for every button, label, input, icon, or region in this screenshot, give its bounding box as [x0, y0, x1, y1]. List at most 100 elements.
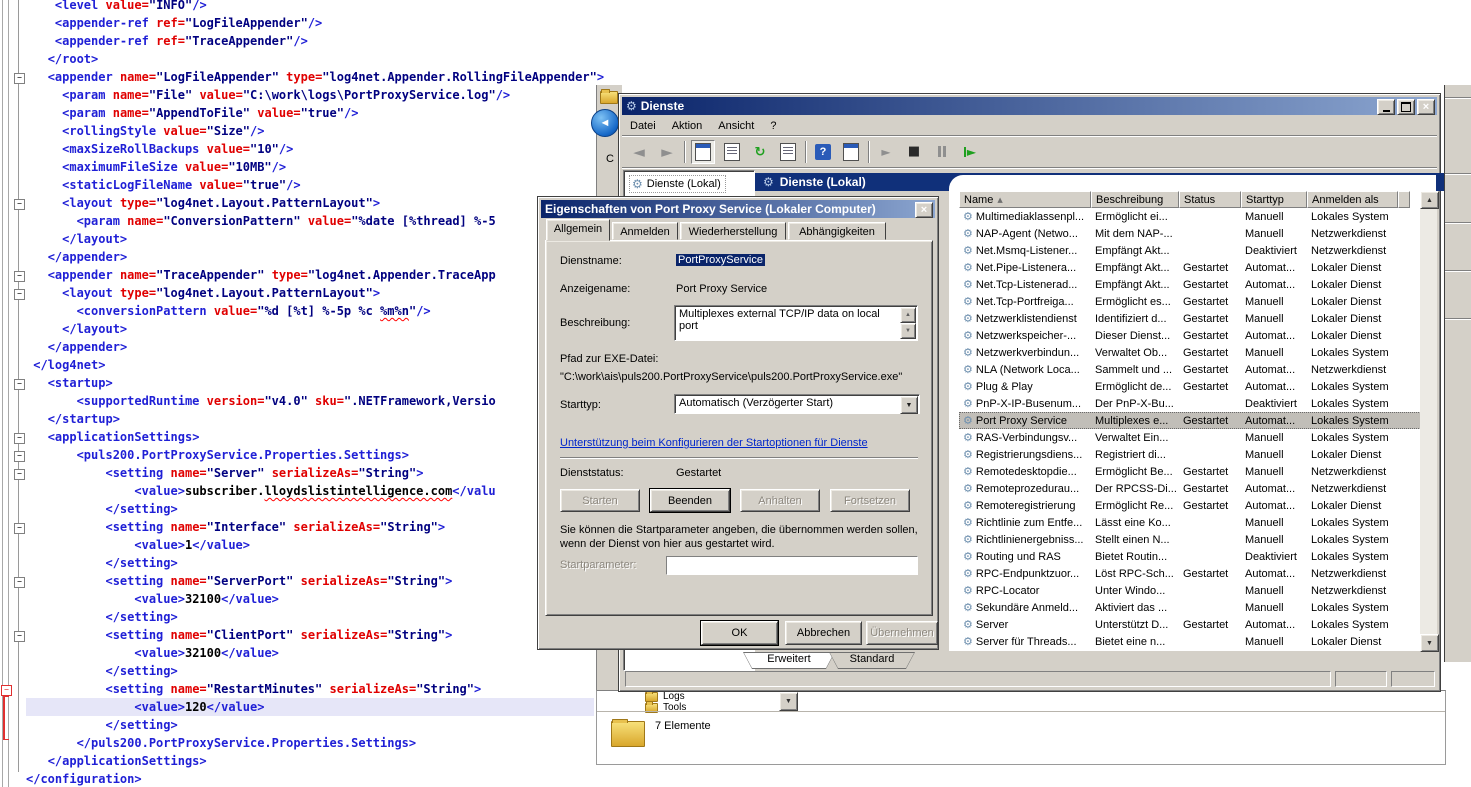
fortsetzen-button[interactable]: Fortsetzen — [830, 489, 910, 512]
service-gear-icon: ⚙ — [963, 618, 973, 631]
scroll-down-button[interactable]: ▼ — [1420, 634, 1439, 652]
fold-box[interactable]: − — [14, 469, 25, 480]
startoptionen-link[interactable]: Unterstützung beim Konfigurieren der Sta… — [560, 437, 868, 449]
column-header-status[interactable]: Status — [1179, 191, 1241, 208]
table-row[interactable]: ⚙Netzwerkverbindun...Verwaltet Ob...Gest… — [959, 344, 1427, 361]
table-row[interactable]: ⚙RPC-LocatorUnter Windo...ManuellNetzwer… — [959, 582, 1427, 599]
table-row[interactable]: ⚙Registrierungsdiens...Registriert di...… — [959, 446, 1427, 463]
desc-scroll-up-button[interactable]: ▲ — [900, 307, 916, 323]
tab-erweitert[interactable]: Erweitert — [743, 652, 835, 669]
fold-box[interactable]: − — [14, 73, 25, 84]
table-row[interactable]: ⚙Net.Msmq-Listener...Empfängt Akt...Deak… — [959, 242, 1427, 259]
menu-hilfe[interactable]: ? — [762, 118, 784, 134]
tab-wiederherstellung[interactable]: Wiederherstellung — [680, 222, 786, 240]
show-console-tree-button[interactable] — [691, 140, 715, 164]
tab-standard[interactable]: Standard — [829, 652, 915, 669]
dialog-close-button[interactable]: × — [915, 202, 933, 218]
startparameter-input[interactable] — [666, 556, 918, 575]
table-row[interactable]: ⚙Remoteprozedurau...Der RPCSS-Di...Gesta… — [959, 480, 1427, 497]
maximize-button[interactable] — [1397, 99, 1415, 115]
starten-button[interactable]: Starten — [560, 489, 640, 512]
table-row[interactable]: ⚙RemoteregistrierungErmöglicht Re...Gest… — [959, 497, 1427, 514]
tab-allgemein[interactable]: Allgemein — [546, 219, 610, 241]
services-titlebar[interactable]: ⚙ Dienste × — [622, 97, 1437, 115]
anhalten-button[interactable]: Anhalten — [740, 489, 820, 512]
table-row[interactable]: ⚙Plug & PlayErmöglicht de...GestartetAut… — [959, 378, 1427, 395]
abbrechen-button[interactable]: Abbrechen — [785, 621, 862, 645]
export-list-button[interactable] — [777, 141, 799, 163]
show-window-button[interactable] — [840, 141, 862, 163]
table-row[interactable]: ⚙Net.Tcp-Listenerad...Empfängt Akt...Ges… — [959, 276, 1427, 293]
table-row[interactable]: ⚙Net.Pipe-Listenera...Empfängt Akt...Ges… — [959, 259, 1427, 276]
table-row[interactable]: ⚙NAP-Agent (Netwo...Mit dem NAP-...Manue… — [959, 225, 1427, 242]
back-button[interactable]: ◄ — [628, 141, 650, 163]
fold-box[interactable]: − — [14, 451, 25, 462]
table-cell: Identifiziert d... — [1091, 313, 1179, 325]
beschreibung-textbox[interactable]: Multiplexes external TCP/IP data on loca… — [674, 305, 918, 341]
column-header-starttyp[interactable]: Starttyp — [1241, 191, 1307, 208]
code-area[interactable]: <level value="INFO"/> <appender-ref ref=… — [26, 0, 604, 787]
desc-scroll-down-button[interactable]: ▼ — [900, 323, 916, 339]
table-scrollbar[interactable]: ▲ ▼ — [1420, 191, 1437, 650]
beenden-button[interactable]: Beenden — [650, 489, 730, 512]
dialog-titlebar[interactable]: Eigenschaften von Port Proxy Service (Lo… — [541, 200, 935, 218]
folder-row[interactable]: Logs — [645, 691, 685, 702]
uebernehmen-button[interactable]: Übernehmen — [866, 621, 938, 645]
table-row[interactable]: ⚙ServerUnterstützt D...GestartetAutomat.… — [959, 616, 1427, 633]
table-row[interactable]: ⚙Remotedesktopdie...Ermöglicht Be...Gest… — [959, 463, 1427, 480]
menu-ansicht[interactable]: Ansicht — [710, 118, 762, 134]
forward-button[interactable]: ► — [656, 141, 678, 163]
table-row[interactable]: ⚙Netzwerkspeicher-...Dieser Dienst...Ges… — [959, 327, 1427, 344]
column-header-anmelden[interactable]: Anmelden als — [1307, 191, 1398, 208]
fold-box[interactable]: − — [14, 199, 25, 210]
table-row[interactable]: ⚙Port Proxy ServiceMultiplexes e...Gesta… — [959, 412, 1427, 429]
column-header-beschreibung[interactable]: Beschreibung — [1091, 191, 1179, 208]
menu-datei[interactable]: Datei — [622, 118, 664, 134]
fold-box[interactable]: − — [14, 433, 25, 444]
tree-item-dienste-lokal[interactable]: ⚙ Dienste (Lokal) — [629, 175, 726, 193]
table-row[interactable]: ⚙Richtlinie zum Entfe...Lässt eine Ko...… — [959, 514, 1427, 531]
minimize-button[interactable] — [1377, 99, 1395, 115]
fold-box[interactable]: − — [14, 379, 25, 390]
table-row[interactable]: ⚙NLA (Network Loca...Sammelt und ...Gest… — [959, 361, 1427, 378]
close-button[interactable]: × — [1417, 99, 1435, 115]
service-name-cell: ⚙Multimediaklassenpl... — [959, 210, 1091, 223]
table-row[interactable]: ⚙NetzwerklistendienstIdentifiziert d...G… — [959, 310, 1427, 327]
help-button[interactable]: ? — [812, 141, 834, 163]
tab-abhaengigkeiten[interactable]: Abhängigkeiten — [788, 222, 886, 240]
changed-fold-box[interactable]: − — [1, 685, 12, 696]
column-header-name[interactable]: Name ▲ — [959, 191, 1091, 208]
divider — [597, 711, 1445, 712]
table-row[interactable]: ⚙Net.Tcp-Portfreiga...Ermöglicht es...Ge… — [959, 293, 1427, 310]
table-row[interactable]: ⚙PnP-X-IP-Busenum...Der PnP-X-Bu...Deakt… — [959, 395, 1427, 412]
refresh-button[interactable]: ↻ — [749, 141, 771, 163]
ok-button[interactable]: OK — [701, 621, 778, 645]
pause-service-button[interactable] — [931, 141, 953, 163]
start-service-button[interactable]: ► — [875, 141, 897, 163]
dropdown-button[interactable]: ▼ — [779, 692, 798, 711]
restart-service-button[interactable]: ► — [959, 141, 981, 163]
combo-dropdown-button[interactable]: ▼ — [900, 396, 918, 414]
table-row[interactable]: ⚙RPC-Endpunktzuor...Löst RPC-Sch...Gesta… — [959, 565, 1427, 582]
fold-box[interactable]: − — [14, 523, 25, 534]
services-icon: ⚙ — [632, 177, 643, 191]
table-row[interactable]: ⚙RAS-Verbindungsv...Verwaltet Ein...Manu… — [959, 429, 1427, 446]
fold-box[interactable]: − — [14, 289, 25, 300]
table-row[interactable]: ⚙Multimediaklassenpl...Ermöglicht ei...M… — [959, 208, 1427, 225]
scroll-up-button[interactable]: ▲ — [1420, 191, 1439, 209]
fold-box[interactable]: − — [14, 577, 25, 588]
starttyp-combobox[interactable]: Automatisch (Verzögerter Start) ▼ — [674, 394, 920, 414]
fold-box[interactable]: − — [14, 271, 25, 282]
fold-box[interactable]: − — [14, 631, 25, 642]
back-icon[interactable]: ◄ — [591, 109, 619, 137]
table-row[interactable]: ⚙Sekundäre Anmeld...Aktiviert das ...Man… — [959, 599, 1427, 616]
tab-anmelden[interactable]: Anmelden — [612, 222, 678, 240]
menu-aktion[interactable]: Aktion — [664, 118, 711, 134]
properties-button[interactable] — [721, 141, 743, 163]
table-row[interactable]: ⚙Server für Threads...Bietet eine n...Ma… — [959, 633, 1427, 650]
chevron-down-icon: ▼ — [785, 698, 792, 705]
stop-service-button[interactable]: ■ — [903, 141, 925, 163]
table-row[interactable]: ⚙Richtlinienergebniss...Stellt einen N..… — [959, 531, 1427, 548]
table-row[interactable]: ⚙Routing und RASBietet Routin...Deaktivi… — [959, 548, 1427, 565]
dienstname-value[interactable]: PortProxyService — [676, 254, 765, 266]
